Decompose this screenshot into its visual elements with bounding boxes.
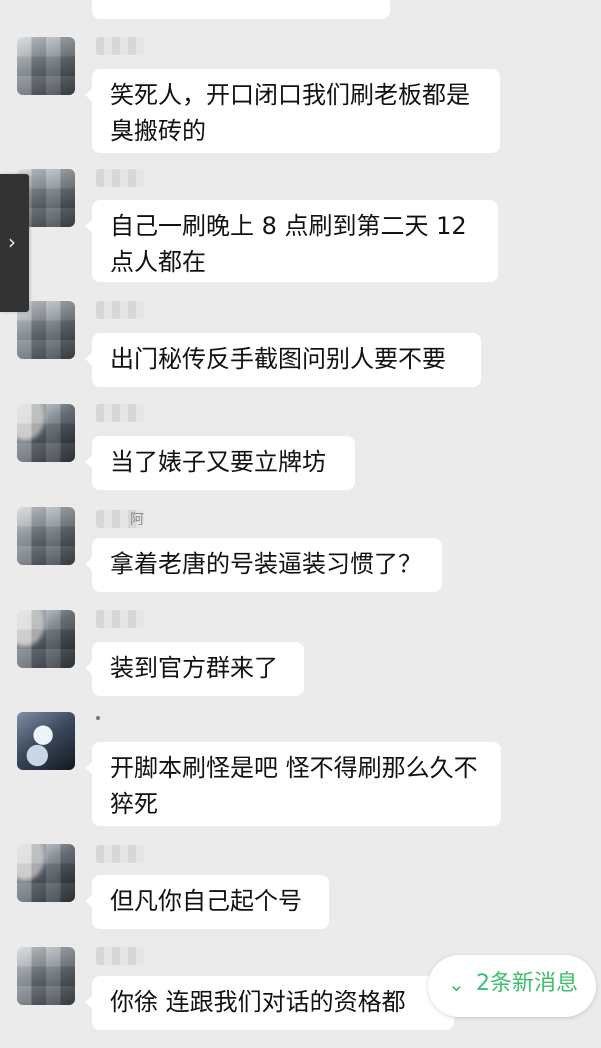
sender-name <box>96 169 144 187</box>
avatar[interactable] <box>17 404 75 462</box>
avatar-mosaic <box>17 507 75 565</box>
message-bubble[interactable]: 你徐 连跟我们对话的资格都 <box>85 976 454 1030</box>
avatar[interactable] <box>17 947 75 1005</box>
message-bubble[interactable]: 当了婊子又要立牌坊 <box>85 436 355 490</box>
avatar[interactable] <box>17 844 75 902</box>
sender-name-text: 阿 <box>130 512 144 528</box>
double-chevron-down-icon: ⌄ <box>448 972 465 996</box>
sender-name <box>96 947 144 965</box>
message-bubble[interactable]: 开脚本刷怪是吧 怪不得刷那么久不猝死 <box>85 742 501 826</box>
message-bubble[interactable]: 自己一刷晚上 8 点刷到第二天 12 点人都在 <box>85 200 498 282</box>
message-bubble[interactable]: 出门秘传反手截图问别人要不要 <box>85 333 481 387</box>
new-messages-button[interactable]: ⌄ 2条新消息 <box>428 955 596 1017</box>
sender-name <box>96 37 144 55</box>
avatar-mosaic <box>17 610 75 668</box>
chevron-right-icon: › <box>8 230 16 254</box>
avatar[interactable] <box>17 712 75 770</box>
avatar-mosaic <box>17 844 75 902</box>
sender-name <box>96 301 144 319</box>
message-bubble[interactable]: 但凡你自己起个号 <box>85 875 329 929</box>
partial-message-bubble <box>92 0 390 19</box>
message-bubble[interactable]: 拿着老唐的号装逼装习惯了？ <box>85 538 442 592</box>
chat-window: 笑死人，开口闭口我们刷老板都是臭搬砖的 自己一刷晚上 8 点刷到第二天 12 点… <box>0 0 601 1048</box>
sidebar-handle[interactable]: › <box>0 174 29 312</box>
message-bubble[interactable]: 装到官方群来了 <box>85 642 304 696</box>
sender-name <box>96 845 144 863</box>
avatar-mosaic <box>17 37 75 95</box>
message-bubble[interactable]: 笑死人，开口闭口我们刷老板都是臭搬砖的 <box>85 69 500 153</box>
sender-name: 阿 <box>96 510 144 528</box>
avatar-mosaic <box>17 947 75 1005</box>
sender-name <box>96 716 100 720</box>
avatar[interactable] <box>17 610 75 668</box>
sender-name <box>96 404 144 422</box>
avatar-mosaic <box>17 404 75 462</box>
avatar[interactable] <box>17 37 75 95</box>
avatar[interactable] <box>17 507 75 565</box>
sender-name <box>96 610 144 628</box>
new-messages-label: 2条新消息 <box>476 971 578 996</box>
